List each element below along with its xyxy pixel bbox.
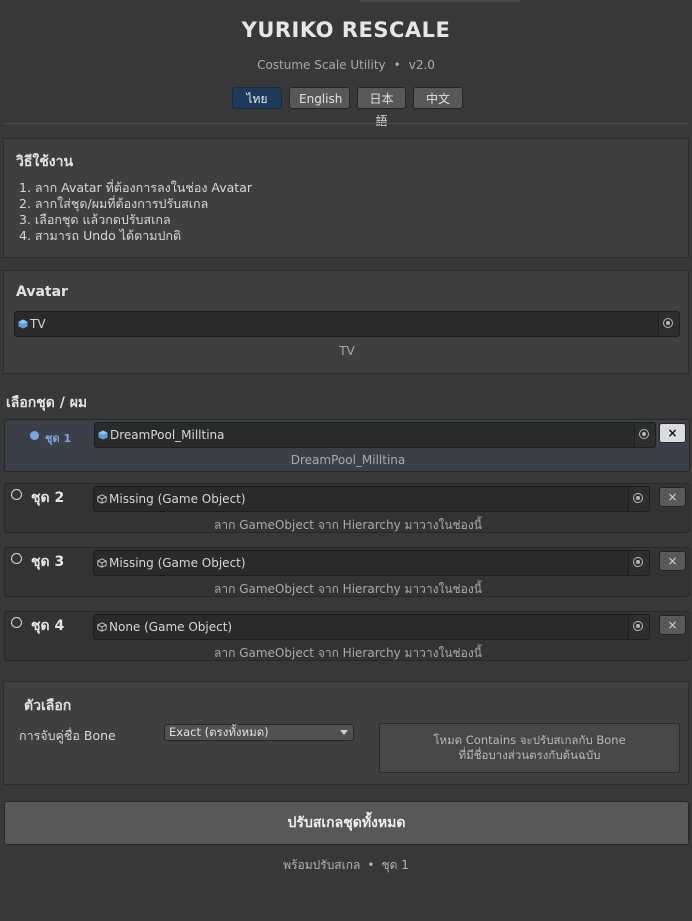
info-line: ที่มีชื่อบางส่วนตรงกับต้นฉบับ bbox=[458, 748, 601, 762]
status-bar: พร้อมปรับสเกล • ชุด 1 bbox=[0, 856, 692, 875]
help-panel: วิธีใช้งาน 1. ลาก Avatar ที่ต้องการลงในช… bbox=[3, 138, 689, 258]
cube-icon bbox=[98, 430, 108, 440]
options-panel: ตัวเลือก การจับคู่ชื่อ Bone Exact (ตรงทั… bbox=[3, 681, 689, 785]
help-steps: 1. ลาก Avatar ที่ต้องการลงในช่อง Avatar … bbox=[19, 180, 252, 244]
radio-unselected-icon[interactable] bbox=[11, 553, 22, 564]
lang-button-english[interactable]: English bbox=[289, 87, 350, 109]
slot-label: ชุด 1 bbox=[45, 432, 72, 445]
outfit-slot-1[interactable]: ชุด 1 DreamPool_Milltina × DreamPool_Mil… bbox=[4, 419, 690, 472]
outfit-field-value: DreamPool_Milltina bbox=[110, 428, 225, 442]
bone-match-value: Exact (ตรงทั้งหมด) bbox=[169, 725, 269, 739]
object-picker-icon[interactable] bbox=[658, 312, 679, 336]
object-picker-icon[interactable] bbox=[628, 551, 649, 575]
remove-outfit-button-4[interactable]: × bbox=[659, 615, 686, 635]
outfit-field-value: Missing (Game Object) bbox=[109, 556, 246, 570]
subtitle-separator: • bbox=[393, 58, 401, 72]
bone-match-dropdown[interactable]: Exact (ตรงทั้งหมด) bbox=[164, 724, 354, 741]
outfit-caption: DreamPool_Milltina bbox=[290, 453, 406, 467]
outfit-object-field-1[interactable]: DreamPool_Milltina bbox=[94, 422, 656, 448]
outfit-caption: ลาก GameObject จาก Hierarchy มาวางในช่อง… bbox=[214, 518, 482, 532]
radio-unselected-icon[interactable] bbox=[11, 489, 22, 500]
outfit-object-field-4[interactable]: None (Game Object) bbox=[93, 614, 650, 640]
outfit-slot-2[interactable]: ชุด 2 Missing (Game Object) × ลาก GameOb… bbox=[4, 483, 690, 533]
version-label: v2.0 bbox=[408, 58, 435, 72]
help-step: 4. สามารถ Undo ได้ตามปกติ bbox=[19, 228, 182, 243]
slot-label: ชุด 3 bbox=[31, 554, 65, 570]
rescale-all-button[interactable]: ปรับสเกลชุดทั้งหมด bbox=[4, 801, 689, 845]
object-picker-icon[interactable] bbox=[628, 615, 649, 639]
remove-outfit-button-2[interactable]: × bbox=[659, 487, 686, 507]
outfit-object-field-3[interactable]: Missing (Game Object) bbox=[93, 550, 650, 576]
bone-match-info-box: โหมด Contains จะปรับสเกลกับ Bone ที่มีชื… bbox=[379, 723, 680, 773]
help-step: 3. เลือกชุด แล้วกดปรับสเกล bbox=[19, 212, 171, 227]
help-title: วิธีใช้งาน bbox=[16, 154, 74, 170]
avatar-panel: Avatar TV TV bbox=[3, 270, 689, 374]
cube-outline-icon bbox=[97, 622, 107, 632]
chevron-down-icon bbox=[340, 730, 348, 735]
info-line: โหมด Contains จะปรับสเกลกับ Bone bbox=[433, 733, 626, 747]
remove-outfit-button-3[interactable]: × bbox=[659, 551, 686, 571]
slot-label: ชุด 4 bbox=[31, 618, 65, 634]
lang-button-chinese[interactable]: 中文 bbox=[413, 87, 463, 109]
avatar-object-field[interactable]: TV bbox=[14, 311, 680, 337]
cube-outline-icon bbox=[97, 494, 107, 504]
help-step: 1. ลาก Avatar ที่ต้องการลงในช่อง Avatar bbox=[19, 180, 252, 195]
avatar-caption: TV bbox=[339, 344, 355, 358]
language-selector: ไทย English 日本語 中文 bbox=[232, 87, 463, 128]
status-selected-slot: ชุด 1 bbox=[381, 858, 409, 872]
outfit-slot-4[interactable]: ชุด 4 None (Game Object) × ลาก GameObjec… bbox=[4, 611, 690, 661]
outfit-caption: ลาก GameObject จาก Hierarchy มาวางในช่อง… bbox=[214, 582, 482, 596]
help-step: 2. ลากใส่ชุด/ผมที่ต้องการปรับสเกล bbox=[19, 196, 209, 211]
bone-match-label: การจับคู่ชื่อ Bone bbox=[19, 728, 116, 743]
cube-icon bbox=[18, 319, 28, 329]
outfit-caption: ลาก GameObject จาก Hierarchy มาวางในช่อง… bbox=[214, 646, 482, 660]
lang-button-japanese[interactable]: 日本語 bbox=[357, 87, 406, 128]
app-subtitle: Costume Scale Utility • v2.0 bbox=[0, 58, 692, 72]
radio-selected-icon[interactable] bbox=[30, 431, 39, 440]
object-picker-icon[interactable] bbox=[634, 423, 655, 447]
outfit-object-field-2[interactable]: Missing (Game Object) bbox=[93, 486, 650, 512]
outfit-field-value: None (Game Object) bbox=[109, 620, 233, 634]
radio-unselected-icon[interactable] bbox=[11, 617, 22, 628]
object-picker-icon[interactable] bbox=[628, 487, 649, 511]
options-section-title: ตัวเลือก bbox=[24, 698, 72, 714]
avatar-section-title: Avatar bbox=[16, 284, 68, 300]
status-ready-text: พร้อมปรับสเกล bbox=[283, 858, 361, 872]
subtitle-text: Costume Scale Utility bbox=[257, 58, 386, 72]
outfit-field-value: Missing (Game Object) bbox=[109, 492, 246, 506]
remove-outfit-button-1[interactable]: × bbox=[659, 423, 686, 443]
status-separator: • bbox=[367, 858, 375, 872]
app-title: YURIKO RESCALE bbox=[241, 18, 451, 42]
slot-label: ชุด 2 bbox=[31, 490, 65, 506]
outfits-section-title: เลือกชุด / ผม bbox=[6, 395, 88, 411]
outfit-slot-3[interactable]: ชุด 3 Missing (Game Object) × ลาก GameOb… bbox=[4, 547, 690, 597]
window-top-accent bbox=[360, 0, 520, 2]
divider bbox=[4, 123, 688, 124]
cube-outline-icon bbox=[97, 558, 107, 568]
lang-button-thai[interactable]: ไทย bbox=[232, 87, 282, 109]
avatar-field-value: TV bbox=[30, 317, 46, 331]
